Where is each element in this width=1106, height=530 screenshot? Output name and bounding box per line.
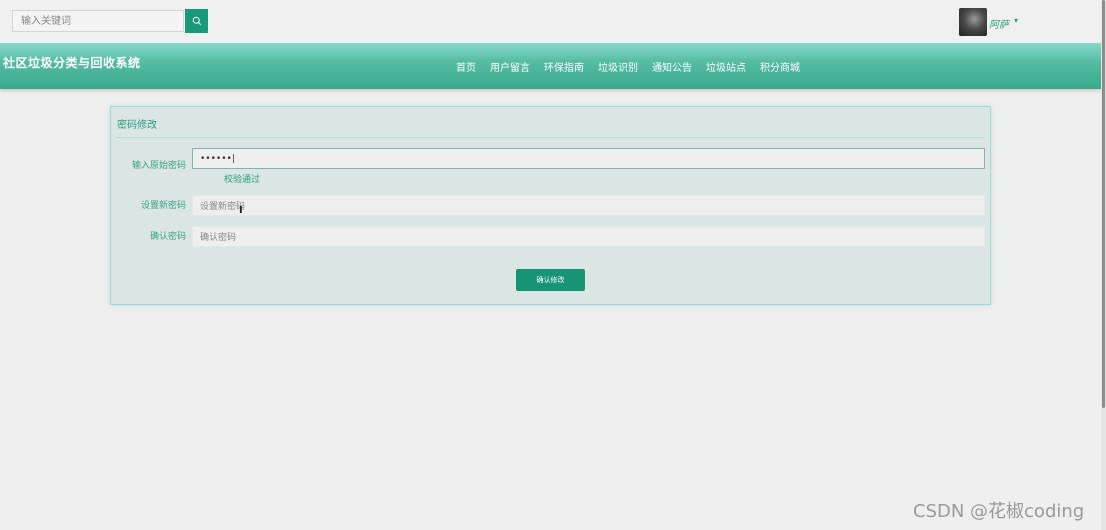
nav-item-messages[interactable]: 用户留言	[490, 59, 530, 74]
new-password-field[interactable]: 设置新密码	[192, 195, 985, 216]
search-input[interactable]	[12, 10, 184, 32]
confirm-password-placeholder: 确认密码	[200, 233, 237, 243]
nav-item-eco-guide[interactable]: 环保指南	[544, 59, 584, 74]
nav-item-points-mall[interactable]: 积分商城	[760, 59, 800, 74]
old-password-label: 输入原始密码	[131, 161, 186, 171]
new-password-label: 设置新密码	[140, 201, 186, 211]
confirm-change-button[interactable]: 确认修改	[516, 269, 585, 291]
avatar[interactable]	[959, 8, 987, 36]
site-header: 社区垃圾分类与回收系统 首页 用户留言 环保指南 垃圾识别 通知公告 垃圾站点 …	[0, 43, 1101, 89]
nav-item-announcements[interactable]: 通知公告	[652, 59, 692, 74]
top-bar: 阿萨 ▾	[0, 0, 1106, 43]
confirm-password-label: 确认密码	[149, 232, 186, 242]
scrollbar[interactable]	[1101, 0, 1106, 530]
nav-item-waste-stations[interactable]: 垃圾站点	[706, 59, 746, 74]
main-nav: 首页 用户留言 环保指南 垃圾识别 通知公告 垃圾站点 积分商城	[456, 59, 814, 74]
confirm-password-field[interactable]: 确认密码	[192, 226, 985, 247]
validation-message: 校验通过	[224, 175, 261, 185]
chevron-down-icon[interactable]: ▾	[1014, 16, 1018, 25]
username[interactable]: 阿萨	[989, 16, 1009, 31]
site-title: 社区垃圾分类与回收系统	[3, 56, 141, 70]
scrollbar-thumb[interactable]	[1102, 0, 1105, 408]
text-cursor-icon: I	[239, 205, 243, 216]
search-button[interactable]	[185, 9, 208, 33]
search-icon	[192, 16, 201, 26]
nav-item-home[interactable]: 首页	[456, 59, 476, 74]
panel-title: 密码修改	[117, 120, 157, 131]
old-password-field[interactable]: ••••••|	[192, 148, 985, 169]
divider	[116, 137, 985, 138]
watermark: CSDN @花椒coding	[913, 501, 1085, 522]
nav-item-waste-recognition[interactable]: 垃圾识别	[598, 59, 638, 74]
old-password-value: ••••••|	[200, 153, 235, 164]
password-change-panel: 密码修改 输入原始密码 ••••••| 校验通过 设置新密码 设置新密码 I 确…	[110, 106, 991, 305]
